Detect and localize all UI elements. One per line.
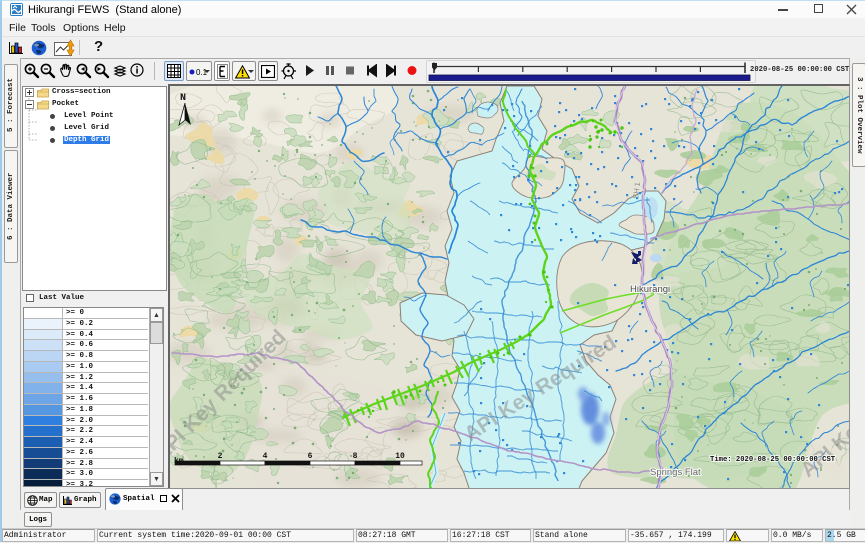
svg-text:2: 2: [218, 452, 223, 461]
svg-text:8: 8: [353, 452, 358, 461]
svg-text:N: N: [180, 93, 186, 104]
svg-text:4: 4: [263, 452, 268, 461]
svg-text:Hikurangi: Hikurangi: [630, 284, 670, 295]
svg-text:Time: 2020-08-25 00:00:00 CST: Time: 2020-08-25 00:00:00 CST: [710, 456, 836, 464]
svg-text:6: 6: [308, 452, 313, 461]
svg-text:10: 10: [395, 452, 405, 461]
svg-text:Springs Flat: Springs Flat: [650, 467, 701, 478]
